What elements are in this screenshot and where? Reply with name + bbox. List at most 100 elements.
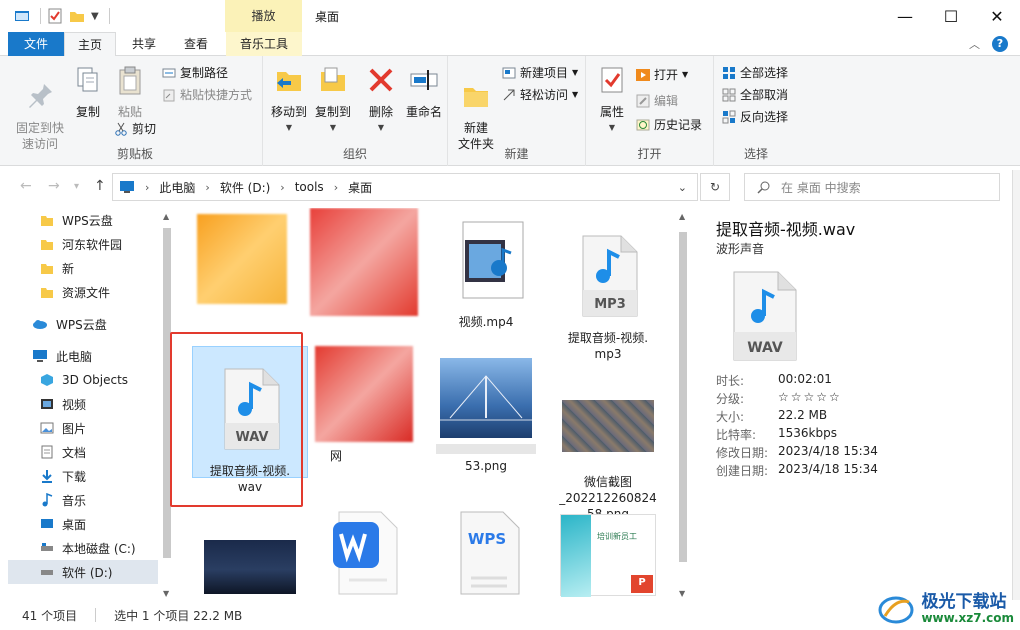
nav-item-resources[interactable]: 资源文件	[8, 280, 158, 304]
breadcrumb-drive-d[interactable]: 软件 (D:)	[220, 179, 270, 196]
nav-item-new[interactable]: 新	[8, 256, 158, 280]
new-folder-quick-icon[interactable]	[69, 8, 85, 24]
jiguang-logo-icon	[878, 596, 914, 624]
move-to-button[interactable]: 移动到 ▼	[267, 64, 311, 136]
pin-quick-access-button[interactable]: 固定到快 速访问	[14, 64, 66, 152]
select-none-button[interactable]: 全部取消	[722, 86, 788, 103]
nav-item-drive-d[interactable]: 软件 (D:)	[8, 560, 158, 584]
edit-button[interactable]: 编辑	[636, 92, 678, 109]
maximize-button[interactable]: ☐	[928, 0, 974, 32]
music-icon	[42, 493, 53, 507]
delete-x-icon	[369, 68, 393, 92]
nav-item-pictures[interactable]: 图片	[8, 416, 158, 440]
rating-stars[interactable]: ☆☆☆☆☆	[778, 390, 842, 407]
minimize-button[interactable]: —	[882, 0, 928, 32]
tab-music-tools[interactable]: 音乐工具	[226, 32, 302, 56]
nav-item-hedong[interactable]: 河东软件园	[8, 232, 158, 256]
breadcrumb-tools[interactable]: tools	[295, 180, 324, 194]
file-item-wps-writer[interactable]	[306, 508, 422, 600]
file-item-video-mp4[interactable]: 视频.mp4	[428, 214, 544, 330]
nav-label: 视频	[62, 397, 87, 412]
history-button[interactable]: 历史记录	[636, 116, 702, 133]
tab-file[interactable]: 文件	[8, 32, 64, 56]
file-item-mp3[interactable]: MP3 提取音频-视频. mp3	[550, 214, 666, 378]
scroll-thumb[interactable]	[679, 232, 687, 562]
file-item-night-image[interactable]	[192, 538, 308, 600]
rename-button[interactable]: 重命名	[403, 64, 445, 120]
search-input[interactable]: 在 桌面 中搜索	[744, 173, 1000, 201]
nav-item-downloads[interactable]: 下载	[8, 464, 158, 488]
up-arrow-icon[interactable]: ↑	[94, 178, 106, 194]
new-item-chevron-icon: ▼	[572, 68, 579, 77]
file-item-blurred-app[interactable]	[184, 214, 300, 310]
file-item-ppt[interactable]: 培训新员工 P	[550, 514, 666, 600]
customize-toolbar-chevron-icon[interactable]: ▼	[91, 11, 99, 22]
select-all-button[interactable]: 全部选择	[722, 64, 788, 81]
scroll-up-arrow-icon[interactable]: ▲	[679, 212, 685, 221]
file-item-png-53[interactable]: 53.png	[428, 358, 544, 474]
cut-button[interactable]: 剪切	[114, 120, 156, 137]
open-button[interactable]: 打开 ▼	[636, 66, 688, 83]
group-open: 属性 ▼ 打开 ▼ 编辑 历史记录 打开	[586, 56, 714, 166]
new-item-button[interactable]: 新建项目 ▼	[502, 64, 578, 81]
prop-size: 大小: 22.2 MB	[716, 408, 827, 425]
quick-access-toolbar: ▼	[14, 8, 110, 24]
paste-button[interactable]: 粘贴	[110, 64, 150, 120]
nav-item-3d-objects[interactable]: 3D Objects	[8, 368, 158, 392]
properties-check-icon[interactable]	[47, 8, 63, 24]
scroll-down-arrow-icon[interactable]: ▼	[163, 589, 169, 598]
tab-home[interactable]: 主页	[64, 32, 116, 57]
slide-accent-strip	[561, 515, 591, 597]
properties-button[interactable]: 属性 ▼	[592, 64, 632, 136]
file-item-blurred-wangyi[interactable]: 网	[306, 346, 422, 464]
nav-item-documents[interactable]: 文档	[8, 440, 158, 464]
help-icon[interactable]: ?	[992, 36, 1008, 52]
rename-icon	[410, 70, 438, 90]
nav-item-videos[interactable]: 视频	[8, 392, 158, 416]
copy-to-button[interactable]: 复制到 ▼	[311, 64, 355, 136]
address-bar[interactable]: › 此电脑 › 软件 (D:) › tools › 桌面 ⌄	[112, 173, 698, 201]
prop-key: 比特率:	[716, 428, 757, 442]
file-name: 网	[330, 449, 343, 463]
nav-item-drive-c[interactable]: 本地磁盘 (C:)	[8, 536, 158, 560]
nav-label: 新	[62, 261, 75, 276]
content-scrollbar[interactable]: ▲ ▼	[676, 208, 690, 600]
nav-item-music[interactable]: 音乐	[8, 488, 158, 512]
forward-arrow-icon[interactable]: →	[48, 178, 60, 194]
nav-label: WPS云盘	[62, 213, 113, 228]
monitor-icon	[120, 181, 134, 193]
watermark-name: 极光下载站	[921, 592, 1007, 612]
new-folder-button[interactable]: 新建 文件夹	[454, 64, 498, 152]
nav-item-desktop[interactable]: 桌面	[8, 512, 158, 536]
recent-locations-chevron-icon[interactable]: ▾	[74, 181, 79, 192]
paste-shortcut-button[interactable]: 粘贴快捷方式	[162, 86, 252, 103]
tab-share[interactable]: 共享	[118, 32, 170, 56]
nav-item-wps-cloud[interactable]: WPS云盘	[8, 312, 158, 336]
delete-button[interactable]: 删除 ▼	[361, 64, 401, 136]
document-icon	[41, 445, 53, 459]
breadcrumb-desktop[interactable]: 桌面	[348, 179, 372, 196]
explorer-window-icon[interactable]	[14, 9, 30, 23]
scroll-up-arrow-icon[interactable]: ▲	[163, 212, 169, 221]
easy-access-button[interactable]: 轻松访问 ▼	[502, 86, 578, 103]
close-button[interactable]: ✕	[974, 0, 1020, 32]
nav-item-wps-cloud-folder[interactable]: WPS云盘	[8, 208, 158, 232]
refresh-button[interactable]: ↻	[700, 173, 730, 201]
address-dropdown-chevron-icon[interactable]: ⌄	[678, 181, 687, 194]
file-item-wps-doc[interactable]: WPS	[428, 508, 544, 600]
paste-shortcut-label: 粘贴快捷方式	[180, 88, 253, 102]
scroll-down-arrow-icon[interactable]: ▼	[679, 589, 685, 598]
invert-selection-button[interactable]: 反向选择	[722, 108, 788, 125]
breadcrumb-this-pc[interactable]: 此电脑	[159, 179, 195, 196]
nav-item-this-pc[interactable]: 此电脑	[8, 344, 158, 368]
prop-value: 22.2 MB	[778, 408, 828, 422]
back-arrow-icon[interactable]: ←	[20, 178, 32, 194]
copy-path-button[interactable]: 复制路径	[162, 64, 228, 81]
easy-access-chevron-icon: ▼	[572, 90, 579, 99]
blurred-filename-bar	[436, 444, 536, 454]
wav-file-icon: WAV	[733, 271, 797, 361]
collapse-ribbon-chevron-icon[interactable]: ︿	[969, 36, 980, 52]
file-item-blurred-pdf[interactable]	[306, 208, 422, 322]
tab-view[interactable]: 查看	[170, 32, 222, 56]
copy-button[interactable]: 复制	[68, 64, 108, 120]
